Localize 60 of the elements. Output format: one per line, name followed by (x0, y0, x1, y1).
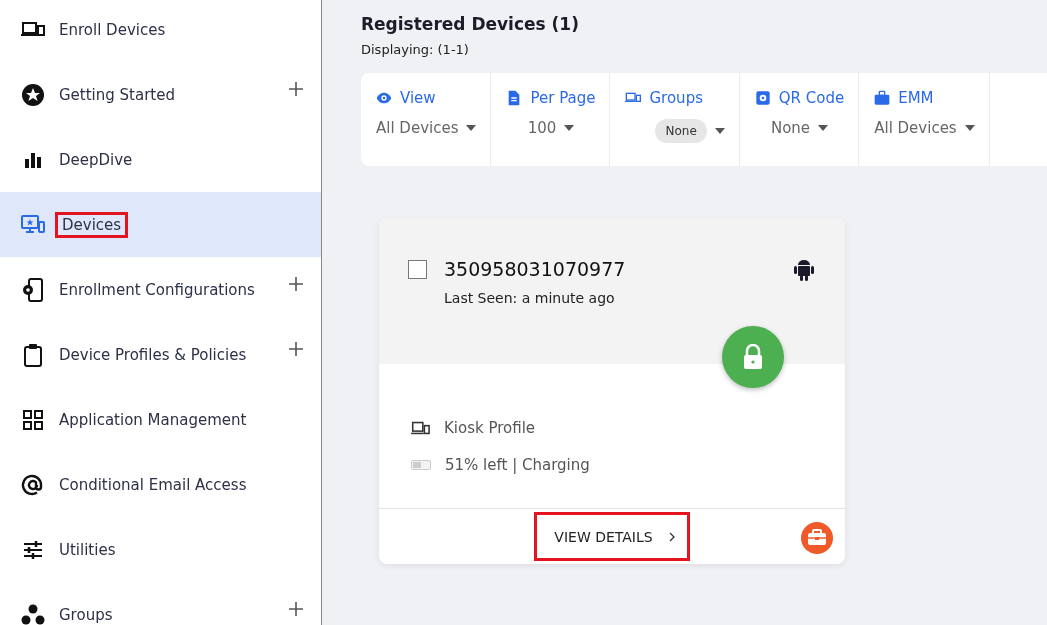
sidebar-item[interactable]: Getting Started (0, 62, 321, 127)
filter-chip[interactable]: None (655, 119, 707, 143)
filter-dropdown[interactable]: None (770, 119, 829, 137)
caret-icon (818, 125, 829, 131)
filter-label: QR Code (778, 89, 845, 107)
sidebar-label: Groups (58, 604, 114, 625)
sidebar-item[interactable]: Enrollment Configurations (0, 257, 321, 322)
caret-icon (466, 125, 477, 131)
sidebar-label: Conditional Email Access (58, 474, 248, 496)
android-icon (793, 258, 815, 282)
filter-dropdown[interactable]: All Devices (376, 119, 477, 137)
sidebar-label: Device Profiles & Policies (58, 344, 248, 366)
sidebar-label: Utilities (58, 539, 117, 561)
filter-label: View (400, 89, 436, 107)
gear-icon (754, 90, 771, 106)
profile-name: Kiosk Profile (444, 419, 536, 437)
grid-icon (20, 407, 46, 432)
chevron-right-icon (668, 532, 675, 542)
filter-label: EMM (898, 89, 934, 107)
expand-icon[interactable] (289, 602, 303, 616)
filter-label: Per Page (530, 89, 596, 107)
expand-icon[interactable] (289, 82, 303, 96)
caret-icon[interactable] (714, 128, 725, 134)
sidebar-item[interactable]: Devices (0, 192, 321, 257)
battery-icon (411, 460, 431, 470)
view-details-button[interactable]: VIEW DETAILS (534, 512, 690, 561)
checkbox[interactable] (408, 260, 427, 279)
caret-icon (564, 125, 575, 131)
device-id: 350958031070977 (444, 258, 627, 280)
last-seen: Last Seen: a minute ago (444, 290, 616, 306)
sidebar-item[interactable]: Utilities (0, 517, 321, 582)
expand-icon[interactable] (289, 277, 303, 291)
filter-dropdown[interactable]: 100 (527, 119, 575, 137)
sidebar-label: Enrollment Configurations (58, 279, 256, 301)
sidebar-item[interactable]: Device Profiles & Policies (0, 322, 321, 387)
sidebar-label: DeepDive (58, 149, 134, 171)
expand-icon[interactable] (289, 342, 303, 356)
filter-label: Groups (649, 89, 703, 107)
battery-status: 51% left | Charging (445, 456, 590, 474)
briefcase-icon[interactable] (801, 522, 833, 554)
page-title: Registered Devices (1) (361, 14, 580, 34)
sidebar-item[interactable]: DeepDive (0, 127, 321, 192)
sidebar-item[interactable]: Conditional Email Access (0, 452, 321, 517)
displaying-count: Displaying: (1-1) (361, 42, 470, 57)
dots-icon (20, 602, 46, 625)
lock-button[interactable] (722, 326, 784, 388)
sidebar-label: Application Management (58, 409, 248, 431)
sidebar-item[interactable]: Enroll Devices (0, 0, 321, 62)
sidebar-label: Getting Started (58, 84, 176, 106)
sidebar-label: Enroll Devices (58, 19, 167, 41)
sidebar-item[interactable]: Application Management (0, 387, 321, 452)
sidebar-item[interactable]: Groups (0, 582, 321, 625)
lock-icon (742, 344, 764, 370)
sidebar-label: Devices (55, 211, 129, 238)
briefcase-icon (874, 90, 891, 106)
devices-icon (411, 421, 430, 435)
caret-icon (964, 125, 975, 131)
eye-icon (376, 90, 392, 106)
phone-gear-icon (20, 277, 46, 302)
filter-dropdown[interactable]: All Devices (874, 119, 975, 137)
